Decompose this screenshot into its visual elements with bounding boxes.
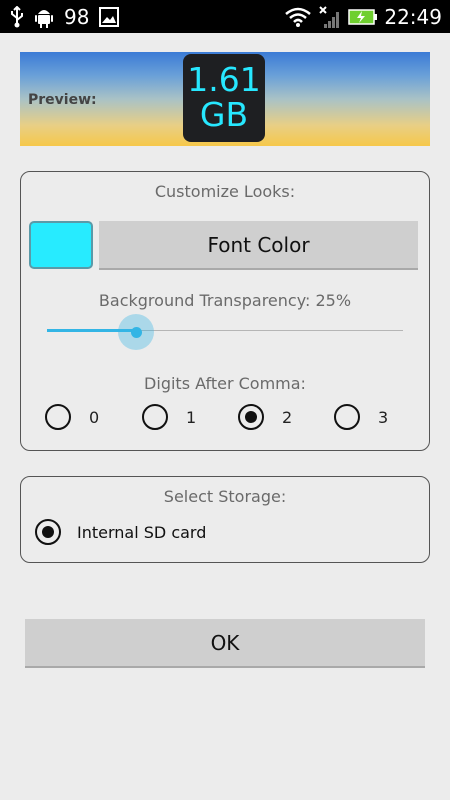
widget-preview: Preview: 1.61 GB xyxy=(20,52,430,146)
digits-option-1[interactable]: 1 xyxy=(142,404,196,430)
digits-label: Digits After Comma: xyxy=(144,374,306,393)
radio-selected-dot xyxy=(245,411,257,423)
widget-unit: GB xyxy=(199,95,249,134)
storage-option-label: Internal SD card xyxy=(77,522,207,542)
transparency-slider[interactable] xyxy=(47,314,403,350)
radio-label: 0 xyxy=(89,407,100,427)
storage-widget: 1.61 GB xyxy=(183,54,265,142)
digits-option-3[interactable]: 3 xyxy=(334,404,388,430)
digits-radio-group: 0 1 2 3 xyxy=(21,404,429,434)
radio-label: 3 xyxy=(378,407,389,427)
radio-selected-dot xyxy=(42,526,54,538)
select-storage-panel: Select Storage: Internal SD card xyxy=(20,476,430,563)
wifi-icon xyxy=(284,7,312,27)
digits-option-2[interactable]: 2 xyxy=(238,404,292,430)
select-storage-title: Select Storage: xyxy=(163,487,287,506)
radio-button[interactable] xyxy=(334,404,360,430)
radio-button[interactable] xyxy=(238,404,264,430)
widget-value: 1.61 xyxy=(187,60,261,100)
font-color-swatch[interactable] xyxy=(29,221,93,269)
ok-button[interactable]: OK xyxy=(25,619,425,668)
font-color-button[interactable]: Font Color xyxy=(99,221,418,270)
status-time: 22:49 xyxy=(384,4,442,29)
android-debug-icon xyxy=(34,6,54,28)
status-bar: 98 22:49 xyxy=(0,0,450,33)
customize-looks-title: Customize Looks: xyxy=(154,182,296,201)
radio-button[interactable] xyxy=(45,404,71,430)
preview-label: Preview: xyxy=(28,92,97,108)
slider-thumb[interactable] xyxy=(118,314,154,350)
signal-icon xyxy=(318,5,342,29)
storage-option-internal[interactable]: Internal SD card xyxy=(35,519,206,545)
digits-option-0[interactable]: 0 xyxy=(45,404,99,430)
radio-label: 1 xyxy=(186,407,197,427)
radio-button[interactable] xyxy=(35,519,61,545)
slider-thumb-center xyxy=(130,326,142,338)
transparency-label: Background Transparency: 25% xyxy=(98,291,352,310)
battery-charging-icon xyxy=(348,8,378,26)
radio-label: 2 xyxy=(282,407,293,427)
usb-icon xyxy=(10,5,24,28)
image-icon xyxy=(99,6,120,27)
radio-button[interactable] xyxy=(142,404,168,430)
battery-level-text: 98 xyxy=(64,4,90,29)
customize-looks-panel: Customize Looks: Font Color Background T… xyxy=(20,171,430,451)
